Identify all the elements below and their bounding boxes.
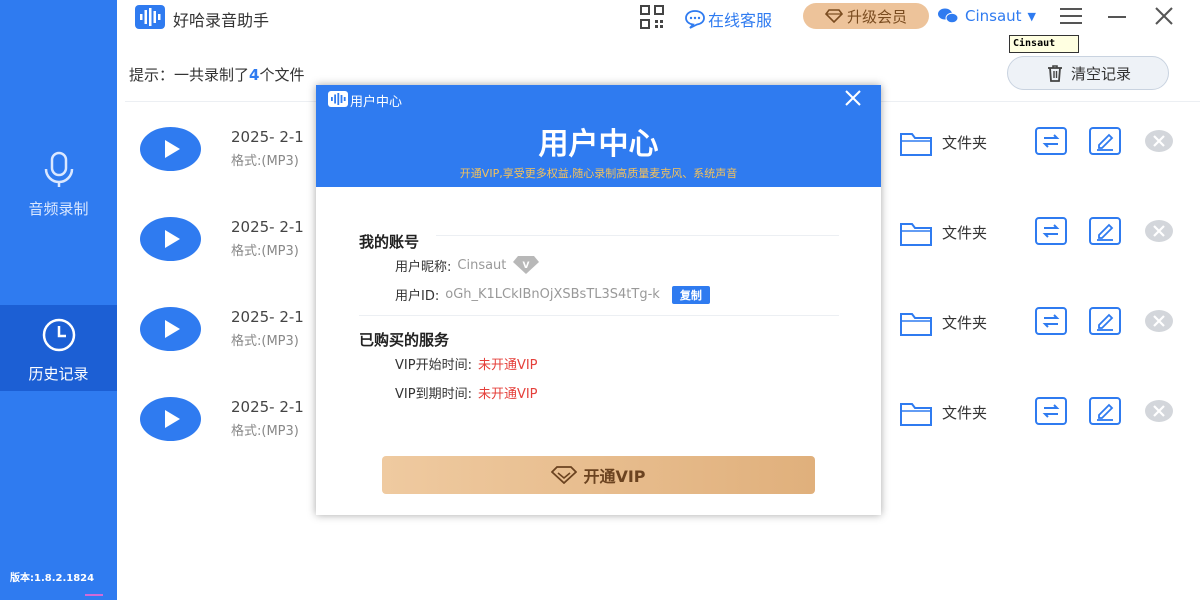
edit-icon[interactable] bbox=[1089, 397, 1121, 425]
dialog-title: 用户中心 bbox=[538, 127, 659, 162]
play-icon bbox=[164, 410, 180, 428]
username-label: Cinsaut bbox=[965, 7, 1022, 25]
sidebar-item-history[interactable]: 历史记录 bbox=[0, 305, 117, 391]
edit-icon[interactable] bbox=[1089, 127, 1121, 155]
recording-format: 格式:(MP3) bbox=[231, 424, 299, 439]
play-button[interactable] bbox=[140, 397, 201, 441]
open-folder-label[interactable]: 文件夹 bbox=[942, 132, 987, 153]
user-menu[interactable]: Cinsaut ▼ bbox=[937, 7, 1036, 25]
svg-text:V: V bbox=[523, 261, 530, 271]
vip-end-label: VIP到期时间: bbox=[395, 387, 472, 402]
userid-row: 用户ID: oGh_K1LCkIBnOjXSBsTL3S4tTg-k 复制 bbox=[395, 285, 710, 304]
divider bbox=[436, 235, 839, 236]
vip-start-value: 未开通VIP bbox=[477, 358, 538, 373]
play-icon bbox=[164, 140, 180, 158]
recording-format: 格式:(MP3) bbox=[231, 154, 299, 169]
close-icon[interactable] bbox=[1154, 6, 1174, 26]
play-button[interactable] bbox=[140, 307, 201, 351]
userid-value: oGh_K1LCkIBnOjXSBsTL3S4tTg-k bbox=[445, 287, 660, 302]
recording-date: 2025- 2-1 bbox=[231, 128, 304, 146]
userid-label: 用户ID: bbox=[395, 289, 440, 304]
open-folder-label[interactable]: 文件夹 bbox=[942, 312, 987, 333]
convert-icon[interactable] bbox=[1035, 307, 1067, 335]
divider bbox=[359, 315, 839, 316]
vip-start-row: VIP开始时间: 未开通VIP bbox=[395, 354, 538, 373]
menu-icon[interactable] bbox=[1060, 7, 1082, 25]
sidebar-item-label: 历史记录 bbox=[28, 364, 89, 383]
user-center-dialog: 用户中心 用户中心 开通VIP,享受更多权益,随心录制高质量麦克风、系统声音 我… bbox=[316, 85, 881, 515]
nickname-value: Cinsaut bbox=[457, 257, 507, 273]
vip-diamond-icon: V bbox=[513, 256, 540, 274]
upgrade-label: 升级会员 bbox=[846, 7, 907, 26]
hint-prefix: 提示：一共录制了 bbox=[129, 66, 250, 84]
app-logo-icon bbox=[135, 5, 165, 29]
version-underline bbox=[85, 594, 103, 596]
convert-icon[interactable] bbox=[1035, 217, 1067, 245]
clear-records-label: 清空记录 bbox=[1070, 64, 1131, 83]
sidebar-item-audio-record[interactable]: 音频录制 bbox=[0, 140, 117, 226]
edit-icon[interactable] bbox=[1089, 307, 1121, 335]
convert-icon[interactable] bbox=[1035, 397, 1067, 425]
minimize-icon[interactable] bbox=[1107, 7, 1127, 27]
upgrade-button[interactable]: 升级会员 bbox=[803, 3, 929, 29]
delete-icon[interactable] bbox=[1144, 129, 1174, 153]
delete-icon[interactable] bbox=[1144, 309, 1174, 333]
nickname-row: 用户昵称: Cinsaut V bbox=[395, 255, 540, 275]
vip-end-value: 未开通VIP bbox=[477, 387, 538, 402]
clear-records-button[interactable]: 清空记录 bbox=[1007, 56, 1169, 90]
wechat-icon bbox=[938, 8, 959, 24]
file-count-hint: 提示：一共录制了4个文件 bbox=[129, 64, 304, 85]
diamond-icon bbox=[824, 9, 843, 23]
play-icon bbox=[164, 230, 180, 248]
recording-date: 2025- 2-1 bbox=[231, 308, 304, 326]
edit-icon[interactable] bbox=[1089, 217, 1121, 245]
dialog-subtitle: 开通VIP,享受更多权益,随心录制高质量麦克风、系统声音 bbox=[459, 167, 738, 180]
recording-date: 2025- 2-1 bbox=[231, 218, 304, 236]
recording-format: 格式:(MP3) bbox=[231, 334, 299, 349]
folder-icon[interactable] bbox=[900, 310, 932, 336]
folder-icon[interactable] bbox=[900, 130, 932, 156]
dialog-close-icon[interactable] bbox=[844, 89, 862, 107]
customer-service-label: 在线客服 bbox=[708, 11, 773, 30]
vip-start-label: VIP开始时间: bbox=[395, 358, 472, 373]
trash-icon bbox=[1047, 65, 1062, 82]
play-button[interactable] bbox=[140, 217, 201, 261]
open-vip-button[interactable]: 开通VIP bbox=[382, 456, 815, 494]
service-section-title: 已购买的服务 bbox=[359, 331, 450, 349]
account-section-title: 我的账号 bbox=[359, 233, 420, 251]
folder-icon[interactable] bbox=[900, 400, 932, 426]
open-folder-label[interactable]: 文件夹 bbox=[942, 222, 987, 243]
app-title: 好哈录音助手 bbox=[173, 11, 270, 30]
version-label: 版本:1.8.2.1824 bbox=[10, 573, 95, 584]
sidebar-item-label: 音频录制 bbox=[28, 199, 89, 218]
diamond-icon bbox=[551, 466, 578, 484]
vip-end-row: VIP到期时间: 未开通VIP bbox=[395, 383, 538, 402]
qr-code-icon[interactable] bbox=[640, 5, 664, 29]
copy-userid-button[interactable]: 复制 bbox=[671, 285, 710, 304]
title-bar: 好哈录音助手 在线客服 升级会员 Cinsaut ▼ bbox=[117, 0, 1200, 34]
hint-count: 4 bbox=[249, 66, 260, 84]
dialog-window-title: 用户中心 bbox=[350, 95, 403, 110]
recording-date: 2025- 2-1 bbox=[231, 398, 304, 416]
nickname-label: 用户昵称: bbox=[395, 259, 452, 275]
play-button[interactable] bbox=[140, 127, 201, 171]
app-logo-icon bbox=[328, 91, 348, 107]
play-icon bbox=[164, 320, 180, 338]
open-vip-label: 开通VIP bbox=[583, 467, 646, 486]
dialog-header: 用户中心 用户中心 开通VIP,享受更多权益,随心录制高质量麦克风、系统声音 bbox=[316, 85, 881, 187]
recording-format: 格式:(MP3) bbox=[231, 244, 299, 259]
customer-service-button[interactable]: 在线客服 bbox=[684, 7, 772, 31]
delete-icon[interactable] bbox=[1144, 219, 1174, 243]
convert-icon[interactable] bbox=[1035, 127, 1067, 155]
folder-icon[interactable] bbox=[900, 220, 932, 246]
open-folder-label[interactable]: 文件夹 bbox=[942, 402, 987, 423]
clock-icon bbox=[37, 313, 81, 357]
microphone-icon bbox=[37, 148, 81, 192]
chevron-down-icon: ▼ bbox=[1027, 9, 1037, 23]
chat-bubble-icon bbox=[685, 10, 705, 29]
sidebar: 音频录制 历史记录 版本:1.8.2.1824 bbox=[0, 0, 117, 600]
delete-icon[interactable] bbox=[1144, 399, 1174, 423]
hint-suffix: 个文件 bbox=[259, 66, 305, 84]
